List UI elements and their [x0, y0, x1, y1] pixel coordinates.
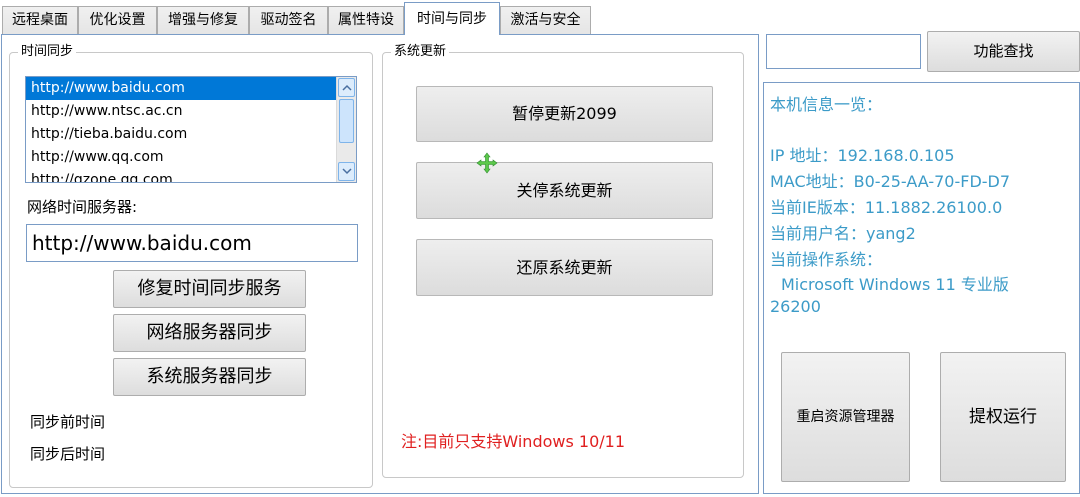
function-search-input[interactable]	[766, 34, 921, 69]
tab-optimization[interactable]: 优化设置	[78, 6, 157, 34]
restore-system-update-button[interactable]: 还原系统更新	[416, 239, 713, 296]
tab-driver-signature[interactable]: 驱动签名	[249, 6, 328, 34]
tab-attributes[interactable]: 属性特设	[328, 6, 404, 34]
function-search-button[interactable]: 功能查找	[927, 31, 1080, 72]
list-item[interactable]: http://tieba.baidu.com	[26, 123, 336, 146]
time-server-label: 网络时间服务器:	[27, 198, 138, 216]
current-user: 当前用户名：yang2	[770, 224, 916, 243]
ip-address: IP 地址：192.168.0.105	[770, 146, 955, 165]
scroll-down-button[interactable]	[338, 162, 355, 181]
time-server-input[interactable]: http://www.baidu.com	[26, 224, 358, 262]
pause-update-button[interactable]: 暂停更新2099	[416, 86, 713, 142]
disable-system-update-button[interactable]: 关停系统更新	[416, 162, 713, 219]
list-item[interactable]: http://qzone.qq.com	[26, 169, 336, 182]
tab-enhance-repair[interactable]: 增强与修复	[157, 6, 249, 34]
move-cursor-icon	[476, 152, 498, 174]
after-sync-time-label: 同步后时间	[30, 445, 106, 463]
time-server-list: http://www.baidu.com http://www.ntsc.ac.…	[26, 77, 336, 182]
tab-activation-security[interactable]: 激活与安全	[500, 6, 591, 34]
tab-remote-desktop[interactable]: 远程桌面	[2, 6, 78, 34]
restart-explorer-button[interactable]: 重启资源管理器	[781, 352, 910, 482]
before-sync-time-label: 同步前时间	[30, 413, 106, 431]
ie-version: 当前IE版本：11.1882.26100.0	[770, 198, 1003, 217]
time-server-listbox[interactable]: http://www.baidu.com http://www.ntsc.ac.…	[25, 76, 357, 183]
tab-time-sync[interactable]: 时间与同步	[404, 2, 500, 35]
chevron-up-icon	[342, 84, 352, 91]
info-title: 本机信息一览：	[770, 95, 883, 114]
mac-address: MAC地址：B0-25-AA-70-FD-D7	[770, 172, 1011, 191]
elevate-run-button[interactable]: 提权运行	[940, 352, 1066, 482]
list-item[interactable]: http://www.qq.com	[26, 146, 336, 169]
os-build: 26200	[770, 297, 821, 316]
scroll-thumb[interactable]	[339, 99, 354, 143]
os-name: Microsoft Windows 11 专业版	[781, 275, 1009, 294]
list-item[interactable]: http://www.baidu.com	[26, 77, 336, 100]
update-support-note: 注:目前只支持Windows 10/11	[401, 432, 626, 451]
system-update-group-label: 系统更新	[391, 44, 450, 60]
system-server-sync-button[interactable]: 系统服务器同步	[113, 358, 306, 396]
tab-strip: 远程桌面 优化设置 增强与修复 驱动签名 属性特设 时间与同步 激活与安全	[0, 0, 760, 35]
list-item[interactable]: http://www.ntsc.ac.cn	[26, 100, 336, 123]
network-server-sync-button[interactable]: 网络服务器同步	[113, 314, 306, 352]
scroll-up-button[interactable]	[338, 78, 355, 97]
repair-time-sync-button[interactable]: 修复时间同步服务	[113, 270, 306, 308]
time-sync-group-label: 时间同步	[18, 44, 77, 60]
chevron-down-icon	[342, 168, 352, 175]
listbox-scrollbar[interactable]	[336, 77, 356, 182]
os-label: 当前操作系统：	[770, 250, 883, 269]
